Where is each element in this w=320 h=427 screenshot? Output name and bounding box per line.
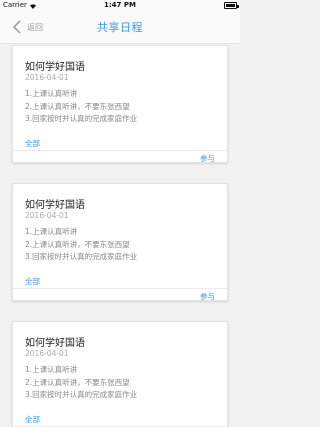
card-item: 1.上课认真听讲 xyxy=(25,89,78,98)
card-date: 2016-04-01 xyxy=(25,349,69,358)
divider xyxy=(13,288,227,289)
card-item: 3.回家按时并认真的完成家庭作业 xyxy=(25,252,138,261)
page-title: 共享日程 xyxy=(97,21,143,34)
navigation-bar: 返回 共享日程 xyxy=(0,11,240,44)
card-items: 1.上课认真听讲 2.上课认真听讲，不要东张西望 3.回家按时并认真的完成家庭作… xyxy=(25,226,137,264)
schedule-card[interactable]: 如何学好国语 2016-04-01 1.上课认真听讲 2.上课认真听讲，不要东张… xyxy=(12,321,228,427)
status-bar: Carrier 1:47 PM xyxy=(0,0,240,11)
card-items: 1.上课认真听讲 2.上课认真听讲，不要东张西望 3.回家按时并认真的完成家庭作… xyxy=(25,88,137,126)
show-all-link[interactable]: 全部 xyxy=(25,276,40,287)
card-item: 2.上课认真听讲，不要东张西望 xyxy=(25,377,130,387)
show-all-link[interactable]: 全部 xyxy=(25,138,40,149)
show-all-link[interactable]: 全部 xyxy=(25,414,40,425)
battery-icon xyxy=(224,2,239,9)
card-date: 2016-04-01 xyxy=(25,73,69,82)
card-item: 1.上课认真听讲 xyxy=(25,227,78,236)
card-date: 2016-04-01 xyxy=(25,211,69,220)
card-item: 2.上课认真听讲，不要东张西望 xyxy=(25,101,130,111)
card-item: 3.回家按时并认真的完成家庭作业 xyxy=(25,390,138,399)
join-button[interactable]: 参与 xyxy=(200,291,215,302)
join-button[interactable]: 参与 xyxy=(200,153,215,164)
card-item: 3.回家按时并认真的完成家庭作业 xyxy=(25,114,138,123)
card-title: 如何学好国语 xyxy=(25,62,85,73)
divider xyxy=(13,150,227,151)
card-title: 如何学好国语 xyxy=(25,200,85,211)
card-item: 2.上课认真听讲，不要东张西望 xyxy=(25,239,130,249)
card-items: 1.上课认真听讲 2.上课认真听讲，不要东张西望 3.回家按时并认真的完成家庭作… xyxy=(25,364,137,402)
schedule-card[interactable]: 如何学好国语 2016-04-01 1.上课认真听讲 2.上课认真听讲，不要东张… xyxy=(12,183,228,301)
card-item: 1.上课认真听讲 xyxy=(25,365,78,374)
clock: 1:47 PM xyxy=(104,1,136,9)
schedule-card[interactable]: 如何学好国语 2016-04-01 1.上课认真听讲 2.上课认真听讲，不要东张… xyxy=(12,45,228,163)
card-title: 如何学好国语 xyxy=(25,338,85,349)
